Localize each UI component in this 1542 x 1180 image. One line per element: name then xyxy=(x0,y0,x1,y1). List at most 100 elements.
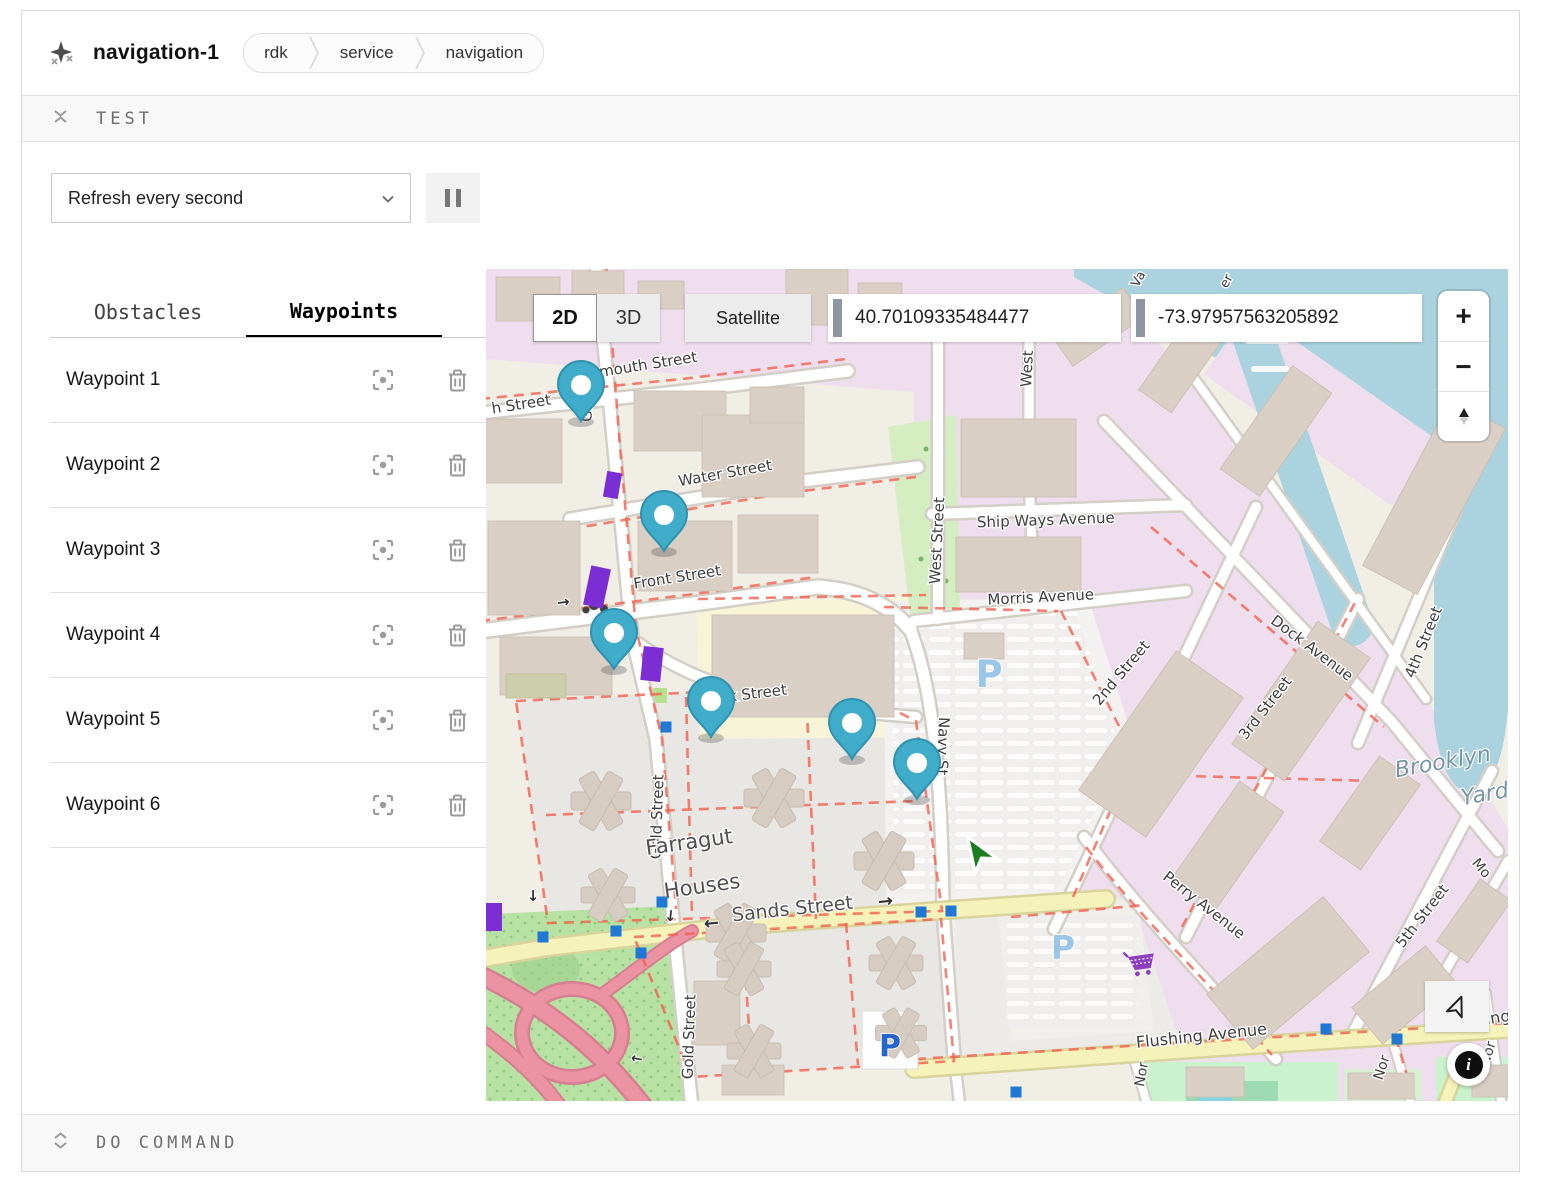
waypoint-row: Waypoint 1 xyxy=(50,338,492,423)
longitude-accent-bar xyxy=(1136,299,1145,337)
road-arrow-icon: ↓ xyxy=(527,887,540,905)
latitude-accent-bar xyxy=(833,299,842,337)
center-focus-icon xyxy=(371,793,395,817)
street-label: West xyxy=(1017,350,1037,388)
locate-robot-button[interactable] xyxy=(1425,981,1489,1032)
road-arrow-icon: ↓ xyxy=(663,906,677,925)
card-header: navigation-1 rdk service navigation xyxy=(22,11,1519,95)
delete-waypoint-button[interactable] xyxy=(447,709,468,732)
refresh-rate-value: Refresh every second xyxy=(68,188,243,209)
do-command-label: DO COMMAND xyxy=(96,1133,238,1153)
do-command-section-header[interactable]: DO COMMAND xyxy=(22,1114,1519,1171)
pause-button[interactable] xyxy=(426,173,480,223)
zoom-out-button[interactable]: − xyxy=(1438,341,1489,391)
waypoint-label: Waypoint 4 xyxy=(66,624,160,646)
center-focus-icon xyxy=(371,453,395,477)
map-3d-button[interactable]: 3D xyxy=(597,294,660,342)
pause-icon xyxy=(445,189,450,207)
breadcrumb: rdk service navigation xyxy=(243,33,544,73)
waypoint-label: Waypoint 5 xyxy=(66,709,160,731)
crossing-square xyxy=(916,907,927,918)
trash-icon xyxy=(447,709,468,732)
map-satellite-button[interactable]: Satellite xyxy=(685,294,811,342)
waypoint-list: Waypoint 1 xyxy=(50,338,492,848)
delete-waypoint-button[interactable] xyxy=(447,454,468,477)
map-2d-button[interactable]: 2D xyxy=(533,294,597,342)
focus-waypoint-button[interactable] xyxy=(371,708,395,732)
map[interactable]: Plymouth Streeth StreetWater StreetFront… xyxy=(486,269,1508,1101)
compass-button[interactable] xyxy=(1438,391,1489,441)
crossing-square xyxy=(1321,1024,1332,1035)
delete-waypoint-button[interactable] xyxy=(447,369,468,392)
focus-waypoint-button[interactable] xyxy=(371,793,395,817)
collapse-icon xyxy=(51,107,70,131)
chevron-down-icon xyxy=(380,191,396,212)
center-focus-icon xyxy=(371,708,395,732)
sparkle-icon xyxy=(48,40,75,67)
waypoint-row: Waypoint 5 xyxy=(50,678,492,763)
waypoint-row: Waypoint 3 xyxy=(50,508,492,593)
test-section-label: TEST xyxy=(96,109,153,129)
longitude-input[interactable]: -73.97957563205892 xyxy=(1131,294,1422,342)
refresh-rate-select[interactable]: Refresh every second xyxy=(51,173,411,223)
parking-icon: P xyxy=(879,1029,901,1064)
tab-waypoints[interactable]: Waypoints xyxy=(246,287,442,337)
parking-icon: P xyxy=(975,653,1002,696)
compass-icon xyxy=(1453,405,1475,428)
crossing-square xyxy=(538,932,549,943)
waypoint-label: Waypoint 3 xyxy=(66,539,160,561)
chevron-divider-icon xyxy=(308,34,320,72)
delete-waypoint-button[interactable] xyxy=(447,794,468,817)
breadcrumb-item: navigation xyxy=(426,43,544,63)
tab-obstacles[interactable]: Obstacles xyxy=(50,287,246,337)
delete-waypoint-button[interactable] xyxy=(447,624,468,647)
waypoint-row: Waypoint 4 xyxy=(50,593,492,678)
navigation-arrow-icon xyxy=(1444,993,1471,1020)
trash-icon xyxy=(447,794,468,817)
trash-icon xyxy=(447,539,468,562)
crossing-square xyxy=(636,948,647,959)
breadcrumb-item: rdk xyxy=(244,43,308,63)
crossing-square xyxy=(1392,1034,1403,1045)
zoom-in-button[interactable]: + xyxy=(1438,291,1489,341)
page: navigation-1 rdk service navigation TEST… xyxy=(0,0,1542,1180)
tabs: Obstacles Waypoints xyxy=(50,287,492,338)
delete-waypoint-button[interactable] xyxy=(447,539,468,562)
crossing-square xyxy=(661,722,672,733)
expand-icon xyxy=(51,1131,70,1155)
trash-icon xyxy=(447,369,468,392)
obstacle-marker xyxy=(640,646,663,682)
waypoint-label: Waypoint 6 xyxy=(66,794,160,816)
crossing-square xyxy=(1011,1087,1022,1098)
street-label: Gold Street xyxy=(679,994,700,1080)
obstacle-marker xyxy=(486,903,502,931)
waypoint-label: Waypoint 1 xyxy=(66,369,160,391)
waypoint-label: Waypoint 2 xyxy=(66,454,160,476)
longitude-value: -73.97957563205892 xyxy=(1158,307,1339,329)
center-focus-icon xyxy=(371,368,395,392)
road-arrow-icon: → xyxy=(556,592,571,612)
waypoint-row: Waypoint 6 xyxy=(50,763,492,848)
road-arrow-icon: → xyxy=(877,890,894,912)
road-arrow-icon: ← xyxy=(703,912,720,934)
crossing-square xyxy=(946,906,957,917)
trash-icon xyxy=(447,624,468,647)
test-section-header[interactable]: TEST xyxy=(22,95,1519,142)
chevron-divider-icon xyxy=(414,34,426,72)
center-focus-icon xyxy=(371,623,395,647)
latitude-input[interactable]: 40.70109335484477 xyxy=(828,294,1121,342)
focus-waypoint-button[interactable] xyxy=(371,453,395,477)
focus-waypoint-button[interactable] xyxy=(371,368,395,392)
center-focus-icon xyxy=(371,538,395,562)
resource-card: navigation-1 rdk service navigation TEST… xyxy=(21,10,1520,1172)
breadcrumb-item: service xyxy=(320,43,414,63)
parking-icon: P xyxy=(1051,928,1075,967)
waypoint-row: Waypoint 2 xyxy=(50,423,492,508)
waypoints-panel: Obstacles Waypoints Waypoint 1 xyxy=(50,287,492,848)
map-attribution-button[interactable]: i xyxy=(1447,1043,1490,1086)
focus-waypoint-button[interactable] xyxy=(371,623,395,647)
map-zoom-control: + − xyxy=(1438,291,1489,441)
focus-waypoint-button[interactable] xyxy=(371,538,395,562)
page-title: navigation-1 xyxy=(93,41,219,65)
info-icon: i xyxy=(1455,1051,1483,1079)
